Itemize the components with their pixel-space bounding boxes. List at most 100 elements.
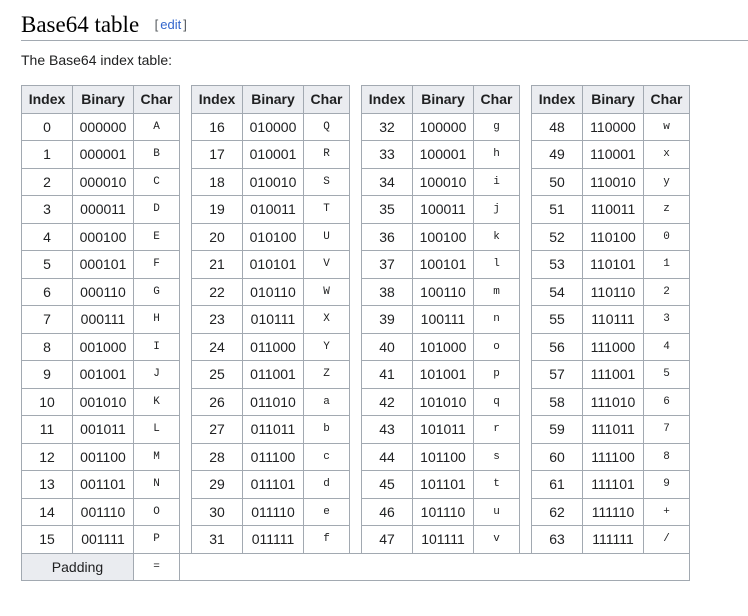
header-binary: Binary [242, 85, 304, 114]
index-cell: 62 [531, 497, 583, 526]
char-cell: h [473, 140, 520, 169]
index-cell: 8 [21, 332, 73, 361]
char-cell: J [133, 360, 180, 389]
index-cell: 44 [361, 442, 413, 471]
index-cell: 26 [191, 387, 243, 416]
column-gap [349, 525, 362, 553]
char-cell: I [133, 332, 180, 361]
binary-cell: 000111 [72, 305, 134, 334]
column-gap [519, 223, 532, 251]
index-cell: 31 [191, 525, 243, 554]
padding-empty-cell [179, 552, 690, 581]
index-cell: 35 [361, 195, 413, 224]
binary-cell: 011101 [242, 470, 304, 499]
index-cell: 57 [531, 360, 583, 389]
binary-cell: 101110 [412, 497, 474, 526]
binary-cell: 000001 [72, 140, 134, 169]
index-cell: 27 [191, 415, 243, 444]
index-cell: 12 [21, 442, 73, 471]
header-binary: Binary [582, 85, 644, 114]
binary-cell: 011001 [242, 360, 304, 389]
table-row: 7 000111 H 23 010111 X 39 100111 n 55 110111 3 [21, 305, 690, 334]
binary-cell: 010100 [242, 222, 304, 251]
column-gap [179, 250, 192, 278]
index-cell: 30 [191, 497, 243, 526]
column-gap [519, 168, 532, 196]
column-gap [349, 250, 362, 278]
char-cell: + [643, 497, 690, 526]
binary-cell: 110110 [582, 277, 644, 306]
section-title: Base64 table [21, 12, 140, 37]
header-char: Char [303, 85, 350, 114]
index-cell: 9 [21, 360, 73, 389]
index-cell: 59 [531, 415, 583, 444]
binary-cell: 010000 [242, 112, 304, 141]
table-row: 14 001110 O 30 011110 e 46 101110 u 62 111110 + [21, 497, 690, 526]
char-cell: A [133, 112, 180, 141]
index-cell: 10 [21, 387, 73, 416]
table-row: 13 001101 N 29 011101 d 45 101101 t 61 111101 9 [21, 470, 690, 499]
binary-cell: 001000 [72, 332, 134, 361]
index-cell: 36 [361, 222, 413, 251]
index-cell: 41 [361, 360, 413, 389]
intro-text: The Base64 index table: [21, 52, 172, 68]
index-cell: 1 [21, 140, 73, 169]
char-cell: / [643, 525, 690, 554]
table-row: 0 000000 A 16 010000 Q 32 100000 g 48 110000 w [21, 112, 690, 141]
binary-cell: 101111 [412, 525, 474, 554]
index-cell: 16 [191, 112, 243, 141]
binary-cell: 101000 [412, 332, 474, 361]
binary-cell: 000100 [72, 222, 134, 251]
char-cell: D [133, 195, 180, 224]
column-gap [349, 470, 362, 498]
binary-cell: 010001 [242, 140, 304, 169]
char-cell: T [303, 195, 350, 224]
index-cell: 42 [361, 387, 413, 416]
index-cell: 19 [191, 195, 243, 224]
index-cell: 13 [21, 470, 73, 499]
char-cell: O [133, 497, 180, 526]
index-cell: 60 [531, 442, 583, 471]
index-cell: 14 [21, 497, 73, 526]
column-gap [179, 223, 192, 251]
binary-cell: 100010 [412, 167, 474, 196]
column-gap [519, 195, 532, 223]
char-cell: 6 [643, 387, 690, 416]
index-cell: 34 [361, 167, 413, 196]
binary-cell: 001011 [72, 415, 134, 444]
char-cell: M [133, 442, 180, 471]
index-cell: 4 [21, 222, 73, 251]
header-char: Char [473, 85, 520, 114]
index-cell: 52 [531, 222, 583, 251]
binary-cell: 000011 [72, 195, 134, 224]
char-cell: 0 [643, 222, 690, 251]
binary-cell: 010110 [242, 277, 304, 306]
header-char: Char [133, 85, 180, 114]
index-cell: 5 [21, 250, 73, 279]
char-cell: b [303, 415, 350, 444]
char-cell: B [133, 140, 180, 169]
binary-cell: 110010 [582, 167, 644, 196]
index-cell: 21 [191, 250, 243, 279]
binary-cell: 011110 [242, 497, 304, 526]
char-cell: K [133, 387, 180, 416]
char-cell: 1 [643, 250, 690, 279]
index-cell: 6 [21, 277, 73, 306]
index-cell: 37 [361, 250, 413, 279]
column-gap [349, 388, 362, 416]
header-index: Index [361, 85, 413, 114]
column-gap [349, 333, 362, 361]
column-gap [179, 333, 192, 361]
binary-cell: 011111 [242, 525, 304, 554]
char-cell: F [133, 250, 180, 279]
edit-link[interactable]: edit [160, 17, 181, 32]
index-cell: 22 [191, 277, 243, 306]
index-cell: 50 [531, 167, 583, 196]
column-gap [519, 250, 532, 278]
section-heading: Base64 table [edit] [21, 10, 748, 41]
binary-cell: 101100 [412, 442, 474, 471]
binary-cell: 100101 [412, 250, 474, 279]
column-gap [349, 168, 362, 196]
char-cell: W [303, 277, 350, 306]
table-row: 3 000011 D 19 010011 T 35 100011 j 51 110011 z [21, 195, 690, 224]
